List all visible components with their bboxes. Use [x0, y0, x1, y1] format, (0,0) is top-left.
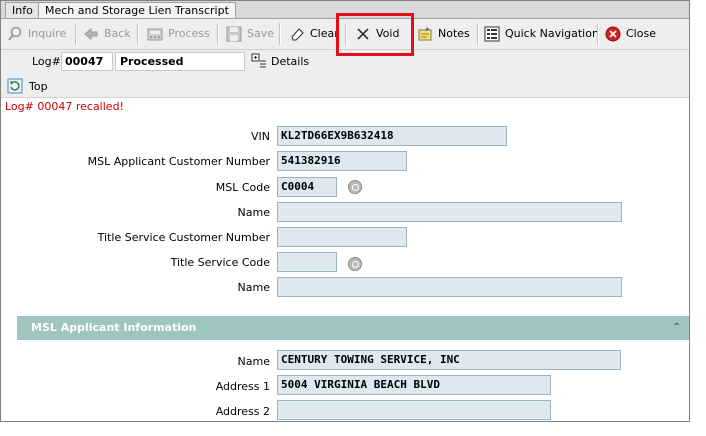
clear-label: Clear	[310, 27, 339, 40]
collapse-chevron-icon[interactable]: ⌃	[673, 316, 681, 340]
vin-label: VIN	[251, 130, 270, 143]
inquire-button[interactable]: Inquire	[7, 22, 66, 46]
customer-number-label: MSL Applicant Customer Number	[87, 155, 270, 168]
name-field-2[interactable]	[277, 277, 622, 297]
address-1-label: Address 1	[215, 380, 270, 393]
status-message: Log# 00047 recalled!	[1, 98, 689, 115]
msl-code-field[interactable]: C0004	[277, 177, 337, 197]
msl-code-label: MSL Code	[215, 181, 270, 194]
floppy-disk-icon	[226, 26, 242, 42]
title-service-customer-label: Title Service Customer Number	[97, 231, 270, 244]
expand-tree-icon	[251, 53, 267, 69]
notes-label: Notes	[438, 27, 470, 40]
magnifier-icon	[7, 26, 23, 42]
sticky-note-icon	[417, 26, 433, 42]
list-navigation-icon	[484, 26, 500, 42]
name-label-1: Name	[237, 206, 270, 219]
title-service-code-field[interactable]	[277, 252, 337, 272]
tab-info[interactable]: Info	[5, 2, 40, 18]
top-button[interactable]: Top	[7, 78, 48, 94]
log-label: Log#	[32, 55, 61, 68]
form-content: VIN KL2TD66EX9B632418 MSL Applicant Cust…	[1, 115, 689, 421]
title-service-customer-field[interactable]	[277, 227, 407, 247]
address-2-field[interactable]	[277, 400, 551, 420]
save-button[interactable]: Save	[226, 22, 274, 46]
calculator-icon	[147, 26, 163, 42]
details-label: Details	[271, 54, 310, 68]
notes-button[interactable]: Notes	[417, 22, 470, 46]
clear-button[interactable]: Clear	[289, 22, 339, 46]
address-2-label: Address 2	[215, 405, 270, 418]
top-row: Top	[1, 75, 689, 98]
section-title: MSL Applicant Information	[31, 321, 197, 334]
close-button[interactable]: Close	[605, 22, 656, 46]
close-label: Close	[626, 27, 656, 40]
details-button[interactable]: Details	[251, 53, 309, 69]
applicant-name-field[interactable]: CENTURY TOWING SERVICE, INC	[277, 350, 621, 370]
msl-applicant-section-header[interactable]: MSL Applicant Information ⌃	[17, 316, 689, 340]
customer-number-field[interactable]: 541382916	[277, 151, 407, 171]
log-number-field[interactable]: 00047	[61, 52, 113, 71]
log-status-field: Processed	[115, 52, 245, 71]
top-label: Top	[29, 79, 48, 93]
msl-code-lookup-icon[interactable]	[348, 180, 362, 194]
quick-navigation-label: Quick Navigation	[505, 27, 599, 40]
vin-field[interactable]: KL2TD66EX9B632418	[277, 126, 507, 146]
name-label-2: Name	[237, 281, 270, 294]
back-arrow-icon	[83, 26, 99, 42]
eraser-icon	[289, 26, 305, 42]
app-window: Info Mech and Storage Lien Transcript In…	[0, 0, 690, 422]
inquire-label: Inquire	[28, 27, 67, 40]
save-label: Save	[247, 27, 275, 40]
applicant-name-label: Name	[237, 355, 270, 368]
process-button[interactable]: Process	[147, 22, 210, 46]
close-circle-icon	[605, 26, 621, 42]
void-highlight-box	[336, 13, 414, 56]
tab-mech-storage-lien[interactable]: Mech and Storage Lien Transcript	[38, 2, 236, 18]
address-1-field[interactable]: 5004 VIRGINIA BEACH BLVD	[277, 375, 551, 395]
name-field-1[interactable]	[277, 202, 622, 222]
refresh-icon	[7, 78, 23, 94]
title-service-code-lookup-icon[interactable]	[348, 257, 362, 271]
back-button[interactable]: Back	[83, 22, 131, 46]
title-service-code-label: Title Service Code	[170, 256, 270, 269]
quick-navigation-button[interactable]: Quick Navigation	[484, 22, 599, 46]
back-label: Back	[104, 27, 131, 40]
process-label: Process	[168, 27, 210, 40]
